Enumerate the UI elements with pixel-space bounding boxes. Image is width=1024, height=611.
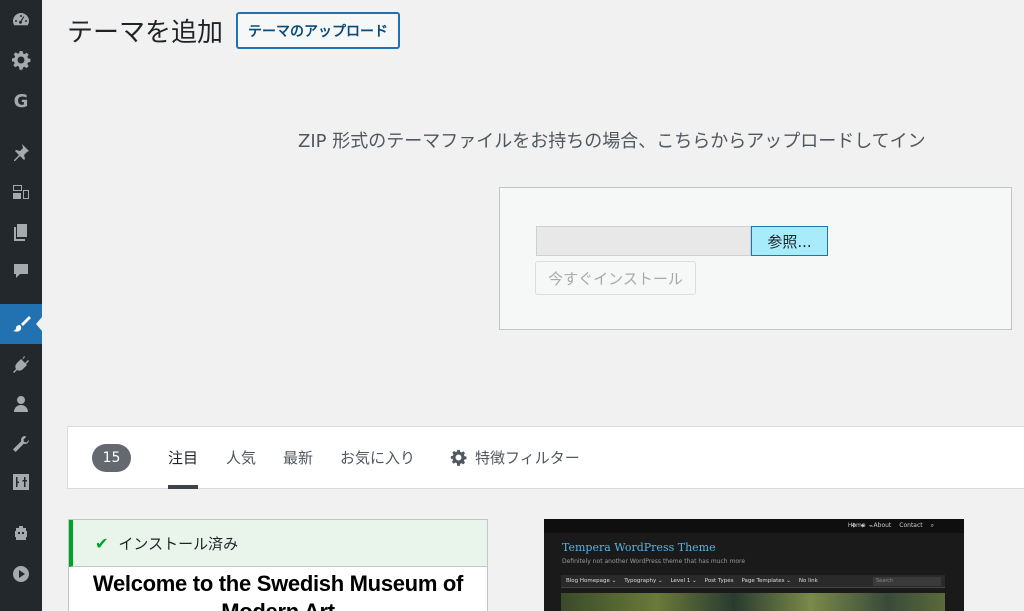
gear-icon	[450, 449, 467, 466]
install-now-button[interactable]: 今すぐインストール	[535, 261, 696, 295]
theme-count-badge: 15	[92, 444, 131, 472]
preview-menu: Blog Homepage ⌄ Typography ⌄ Level 1 ⌄ P…	[561, 575, 945, 588]
upload-form: 参照... 今すぐインストール	[499, 187, 1012, 330]
preview-menu-item: Blog Homepage ⌄	[566, 578, 617, 584]
feature-filter-label: 特徴フィルター	[475, 449, 580, 467]
theme-preview-heading: Welcome to the Swedish Museum of Modern …	[92, 571, 464, 611]
admin-sidebar: G	[0, 0, 42, 611]
tab-latest[interactable]: 最新	[283, 447, 313, 468]
preview-menu-item: Typography ⌄	[624, 578, 663, 584]
preview-menu-item: Level 1 ⌄	[670, 578, 697, 584]
preview-search-field: Search	[873, 577, 941, 586]
preview-site-title: Tempera WordPress Theme	[562, 541, 716, 554]
preview-topnav-item: Contact	[899, 522, 923, 529]
media-icon[interactable]	[0, 177, 42, 207]
theme-card-tempera[interactable]: ⚘✦⌁ Home About Contact ⌕ Tempera WordPre…	[544, 519, 964, 611]
google-g-icon[interactable]: G	[0, 86, 42, 116]
theme-filter-bar: 15 注目 人気 最新 お気に入り 特徴フィルター	[67, 426, 1024, 489]
robot-icon[interactable]	[0, 519, 42, 549]
preview-topnav-item: About	[873, 522, 892, 529]
plugins-icon[interactable]	[0, 349, 42, 379]
collapse-play-icon[interactable]	[0, 559, 42, 589]
tools-wrench-icon[interactable]	[0, 429, 42, 459]
file-path-field[interactable]	[536, 226, 751, 256]
preview-menu-item: No link	[798, 578, 818, 584]
users-icon[interactable]	[0, 389, 42, 419]
settings-gear-icon[interactable]	[0, 45, 42, 75]
comments-icon[interactable]	[0, 256, 42, 286]
appearance-brush-icon[interactable]	[0, 304, 42, 344]
tab-featured[interactable]: 注目	[168, 447, 199, 489]
browse-button[interactable]: 参照...	[751, 226, 828, 256]
preview-hero-image	[561, 593, 945, 611]
google-g-glyph: G	[13, 90, 29, 112]
upload-description: ZIP 形式のテーマファイルをお持ちの場合、こちらからアップロードしてイン	[298, 131, 926, 152]
preview-menu-item: Post Types	[704, 578, 734, 584]
theme-card-installed[interactable]: ✔ インストール済み Welcome to the Swedish Museum…	[68, 519, 488, 611]
dashboard-icon[interactable]	[0, 5, 42, 35]
upload-theme-button[interactable]: テーマのアップロード	[236, 12, 400, 49]
installed-label: インストール済み	[118, 534, 239, 553]
checkmark-icon: ✔	[95, 533, 109, 553]
installed-notice: ✔ インストール済み	[69, 520, 487, 567]
pages-icon[interactable]	[0, 217, 42, 247]
preview-search-icon: ⌕	[930, 522, 934, 529]
preview-menu-item: Page Templates ⌄	[741, 578, 791, 584]
preview-topnav: Home About Contact ⌕	[848, 522, 934, 530]
preview-tagline: Definitely not another WordPress theme t…	[562, 558, 746, 565]
tab-favorites[interactable]: お気に入り	[340, 447, 415, 468]
preview-topnav-item: Home	[847, 522, 866, 529]
settings-sliders-icon[interactable]	[0, 467, 42, 497]
pin-icon[interactable]	[0, 137, 42, 167]
page-title: テーマを追加	[67, 18, 224, 48]
feature-filter-button[interactable]: 特徴フィルター	[450, 447, 580, 468]
tab-popular[interactable]: 人気	[226, 447, 256, 468]
